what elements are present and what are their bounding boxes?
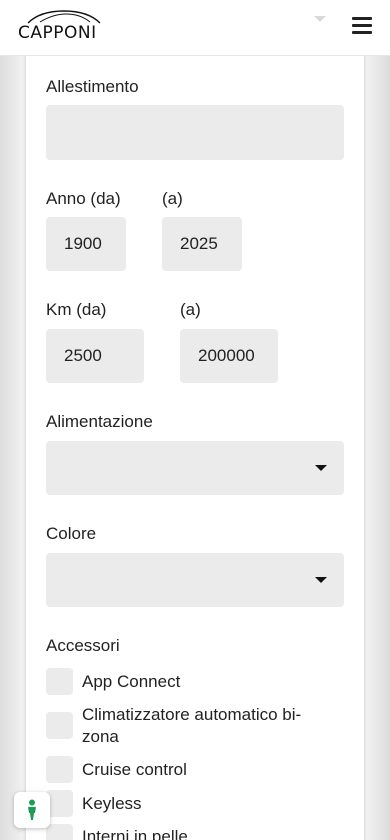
alimentazione-label: Alimentazione [46,412,153,431]
top-header: CAPPONI [0,0,390,56]
capponi-logo[interactable]: CAPPONI [18,10,102,43]
allestimento-input[interactable] [46,105,344,160]
accessibility-widget-button[interactable] [14,792,50,828]
menu-bar [352,24,372,27]
checkbox-cruise-control[interactable] [46,756,73,783]
km-to-input[interactable]: 200000 [180,329,278,383]
colore-select[interactable] [46,553,344,607]
checkbox-label: Keyless [82,794,142,813]
checkbox-app-connect[interactable] [46,668,73,695]
alimentazione-select[interactable] [46,441,344,495]
checkbox-label: Cruise control [82,760,187,779]
anno-from-label: Anno (da) [46,189,121,208]
hamburger-menu-button[interactable] [350,16,374,36]
car-silhouette-icon [27,10,101,24]
logo-text: CAPPONI [18,23,97,43]
checkbox-climatizzatore[interactable] [46,712,73,739]
colore-label: Colore [46,524,97,543]
menu-bar [352,17,372,20]
checkbox-label: App Connect [82,672,181,691]
accessibility-icon [28,799,36,820]
chevron-down-icon [315,465,327,471]
km-from-label: Km (da) [46,300,107,319]
km-to-label: (a) [180,300,201,319]
accessori-label: Accessori [46,636,120,655]
dropdown-caret-icon [314,16,326,22]
checkbox-keyless[interactable] [46,790,73,817]
anno-to-input[interactable]: 2025 [162,217,242,271]
checkbox-label: Interni in pelle [82,827,188,840]
anno-to-label: (a) [162,189,183,208]
anno-from-input[interactable]: 1900 [46,217,126,271]
allestimento-label: Allestimento [46,77,139,96]
chevron-down-icon [315,577,327,583]
checkbox-interni-pelle[interactable] [46,824,73,840]
menu-bar [352,31,372,34]
checkbox-label: Climatizzatore automatico bi-zona [82,705,302,746]
km-from-input[interactable]: 2500 [46,329,144,383]
